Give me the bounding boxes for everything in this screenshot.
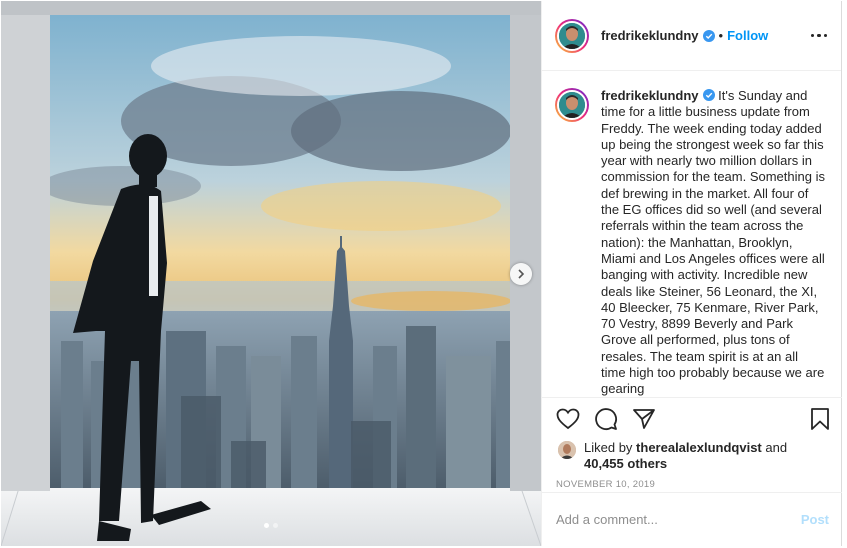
carousel-indicator bbox=[264, 523, 278, 528]
verified-badge-icon bbox=[702, 89, 715, 101]
liked-by-prefix: Liked by bbox=[584, 440, 637, 455]
bookmark-icon bbox=[811, 408, 829, 430]
likes-count[interactable]: 40,455 others bbox=[584, 456, 667, 471]
save-button[interactable] bbox=[810, 407, 830, 431]
verified-badge-icon bbox=[702, 29, 715, 42]
caption-text: It's Sunday and time for a little busine… bbox=[601, 88, 825, 396]
avatar-image bbox=[557, 20, 587, 51]
likes-summary: Liked by therealalexlundqvist and 40,455… bbox=[584, 440, 787, 472]
next-slide-button[interactable] bbox=[510, 263, 532, 285]
post-comment-button[interactable]: Post bbox=[801, 512, 829, 527]
caption: fredrikeklundny It's Sunday and time for… bbox=[601, 88, 825, 396]
action-icons bbox=[542, 400, 842, 438]
username[interactable]: fredrikeklundny bbox=[601, 28, 699, 43]
follow-button[interactable]: Follow bbox=[727, 28, 768, 43]
avatar-image bbox=[557, 90, 587, 120]
share-icon bbox=[633, 409, 655, 429]
caption-username[interactable]: fredrikeklundny bbox=[601, 88, 699, 103]
post-photo bbox=[1, 1, 541, 546]
chevron-right-icon bbox=[518, 269, 525, 279]
liked-by-and: and bbox=[761, 440, 788, 455]
avatar[interactable] bbox=[555, 18, 589, 53]
carousel-dot-active bbox=[264, 523, 269, 528]
comment-button[interactable] bbox=[594, 407, 618, 431]
follow-separator: • bbox=[718, 28, 724, 43]
post-actions: Liked by therealalexlundqvist and 40,455… bbox=[542, 397, 842, 545]
post-header: fredrikeklundny • Follow bbox=[542, 1, 841, 71]
caption-area: fredrikeklundny It's Sunday and time for… bbox=[542, 71, 841, 396]
post-date[interactable]: NOVEMBER 10, 2019 bbox=[542, 479, 842, 490]
comment-input[interactable] bbox=[556, 511, 801, 527]
carousel-dot bbox=[273, 523, 278, 528]
post-sidebar: fredrikeklundny • Follow fredrikeklundny… bbox=[541, 1, 842, 546]
like-button[interactable] bbox=[556, 408, 580, 430]
comment-icon bbox=[595, 408, 617, 430]
liker-avatar[interactable] bbox=[558, 441, 576, 459]
comment-box: Post bbox=[542, 492, 842, 545]
share-button[interactable] bbox=[632, 408, 656, 430]
liked-by-user[interactable]: therealalexlundqvist bbox=[636, 440, 762, 455]
post-media[interactable] bbox=[1, 1, 541, 546]
more-options-icon[interactable] bbox=[810, 33, 827, 38]
heart-icon bbox=[556, 408, 580, 430]
instagram-post: fredrikeklundny • Follow fredrikeklundny… bbox=[0, 0, 847, 548]
likes-row: Liked by therealalexlundqvist and 40,455… bbox=[542, 440, 842, 472]
caption-avatar[interactable] bbox=[555, 88, 589, 122]
